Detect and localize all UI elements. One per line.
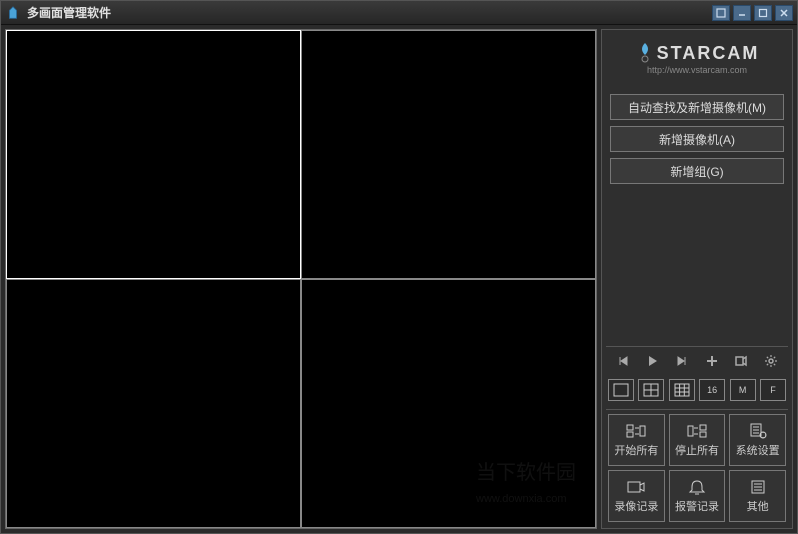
other-icon bbox=[748, 478, 768, 496]
alarm-record-icon bbox=[687, 478, 707, 496]
brand-icon bbox=[635, 41, 655, 65]
device-tree[interactable] bbox=[606, 192, 788, 342]
minimize-button[interactable] bbox=[733, 5, 751, 21]
play-button[interactable] bbox=[641, 351, 663, 371]
stop-all-label: 停止所有 bbox=[675, 442, 719, 458]
window-title: 多画面管理软件 bbox=[27, 4, 712, 21]
add-button[interactable] bbox=[701, 351, 723, 371]
settings-icon[interactable] bbox=[760, 351, 782, 371]
video-record-label: 录像记录 bbox=[614, 498, 658, 514]
video-record-button[interactable]: 录像记录 bbox=[608, 470, 665, 522]
window-controls bbox=[712, 5, 793, 21]
layout-16-button[interactable]: 16 bbox=[699, 379, 725, 401]
add-group-button[interactable]: 新增组(G) bbox=[610, 158, 784, 184]
stop-all-icon bbox=[687, 422, 707, 440]
start-all-label: 开始所有 bbox=[614, 442, 658, 458]
video-grid-container: 当下软件园 www.downxia.com bbox=[5, 29, 597, 529]
right-panel: STARCAM http://www.vstarcam.com 自动查找及新增摄… bbox=[601, 29, 793, 529]
system-settings-button[interactable]: 系统设置 bbox=[729, 414, 786, 466]
auto-search-button[interactable]: 自动查找及新增摄像机(M) bbox=[610, 94, 784, 120]
brand-url: http://www.vstarcam.com bbox=[647, 65, 747, 75]
next-button[interactable] bbox=[671, 351, 693, 371]
layout-9-button[interactable] bbox=[669, 379, 695, 401]
snapshot-button[interactable] bbox=[730, 351, 752, 371]
video-record-icon bbox=[626, 478, 646, 496]
action-grid: 开始所有 停止所有 系统设置 录像记录 bbox=[606, 409, 788, 524]
stop-all-button[interactable]: 停止所有 bbox=[669, 414, 726, 466]
brand-logo: STARCAM http://www.vstarcam.com bbox=[606, 34, 788, 82]
other-label: 其他 bbox=[747, 498, 769, 514]
close-button[interactable] bbox=[775, 5, 793, 21]
alarm-record-label: 报警记录 bbox=[675, 498, 719, 514]
app-icon bbox=[5, 5, 21, 21]
system-settings-label: 系统设置 bbox=[736, 442, 780, 458]
other-button[interactable]: 其他 bbox=[729, 470, 786, 522]
video-cell-2[interactable] bbox=[301, 30, 596, 279]
start-all-icon bbox=[626, 422, 646, 440]
add-camera-button[interactable]: 新增摄像机(A) bbox=[610, 126, 784, 152]
start-all-button[interactable]: 开始所有 bbox=[608, 414, 665, 466]
layout-buttons: 16 M F bbox=[606, 375, 788, 405]
titlebar: 多画面管理软件 bbox=[1, 1, 797, 25]
maximize-button[interactable] bbox=[754, 5, 772, 21]
system-settings-icon bbox=[748, 422, 768, 440]
config-buttons: 自动查找及新增摄像机(M) 新增摄像机(A) 新增组(G) bbox=[606, 90, 788, 188]
main-content: 当下软件园 www.downxia.com STARCAM http://www… bbox=[1, 25, 797, 533]
video-cell-3[interactable] bbox=[6, 279, 301, 528]
help-button[interactable] bbox=[712, 5, 730, 21]
alarm-record-button[interactable]: 报警记录 bbox=[669, 470, 726, 522]
video-cell-1[interactable] bbox=[6, 30, 301, 279]
layout-f-button[interactable]: F bbox=[760, 379, 786, 401]
video-grid bbox=[6, 30, 596, 528]
brand-name: STARCAM bbox=[657, 43, 760, 64]
playback-controls bbox=[606, 346, 788, 375]
layout-m-button[interactable]: M bbox=[730, 379, 756, 401]
layout-4-button[interactable] bbox=[638, 379, 664, 401]
layout-1-button[interactable] bbox=[608, 379, 634, 401]
prev-button[interactable] bbox=[612, 351, 634, 371]
video-cell-4[interactable] bbox=[301, 279, 596, 528]
